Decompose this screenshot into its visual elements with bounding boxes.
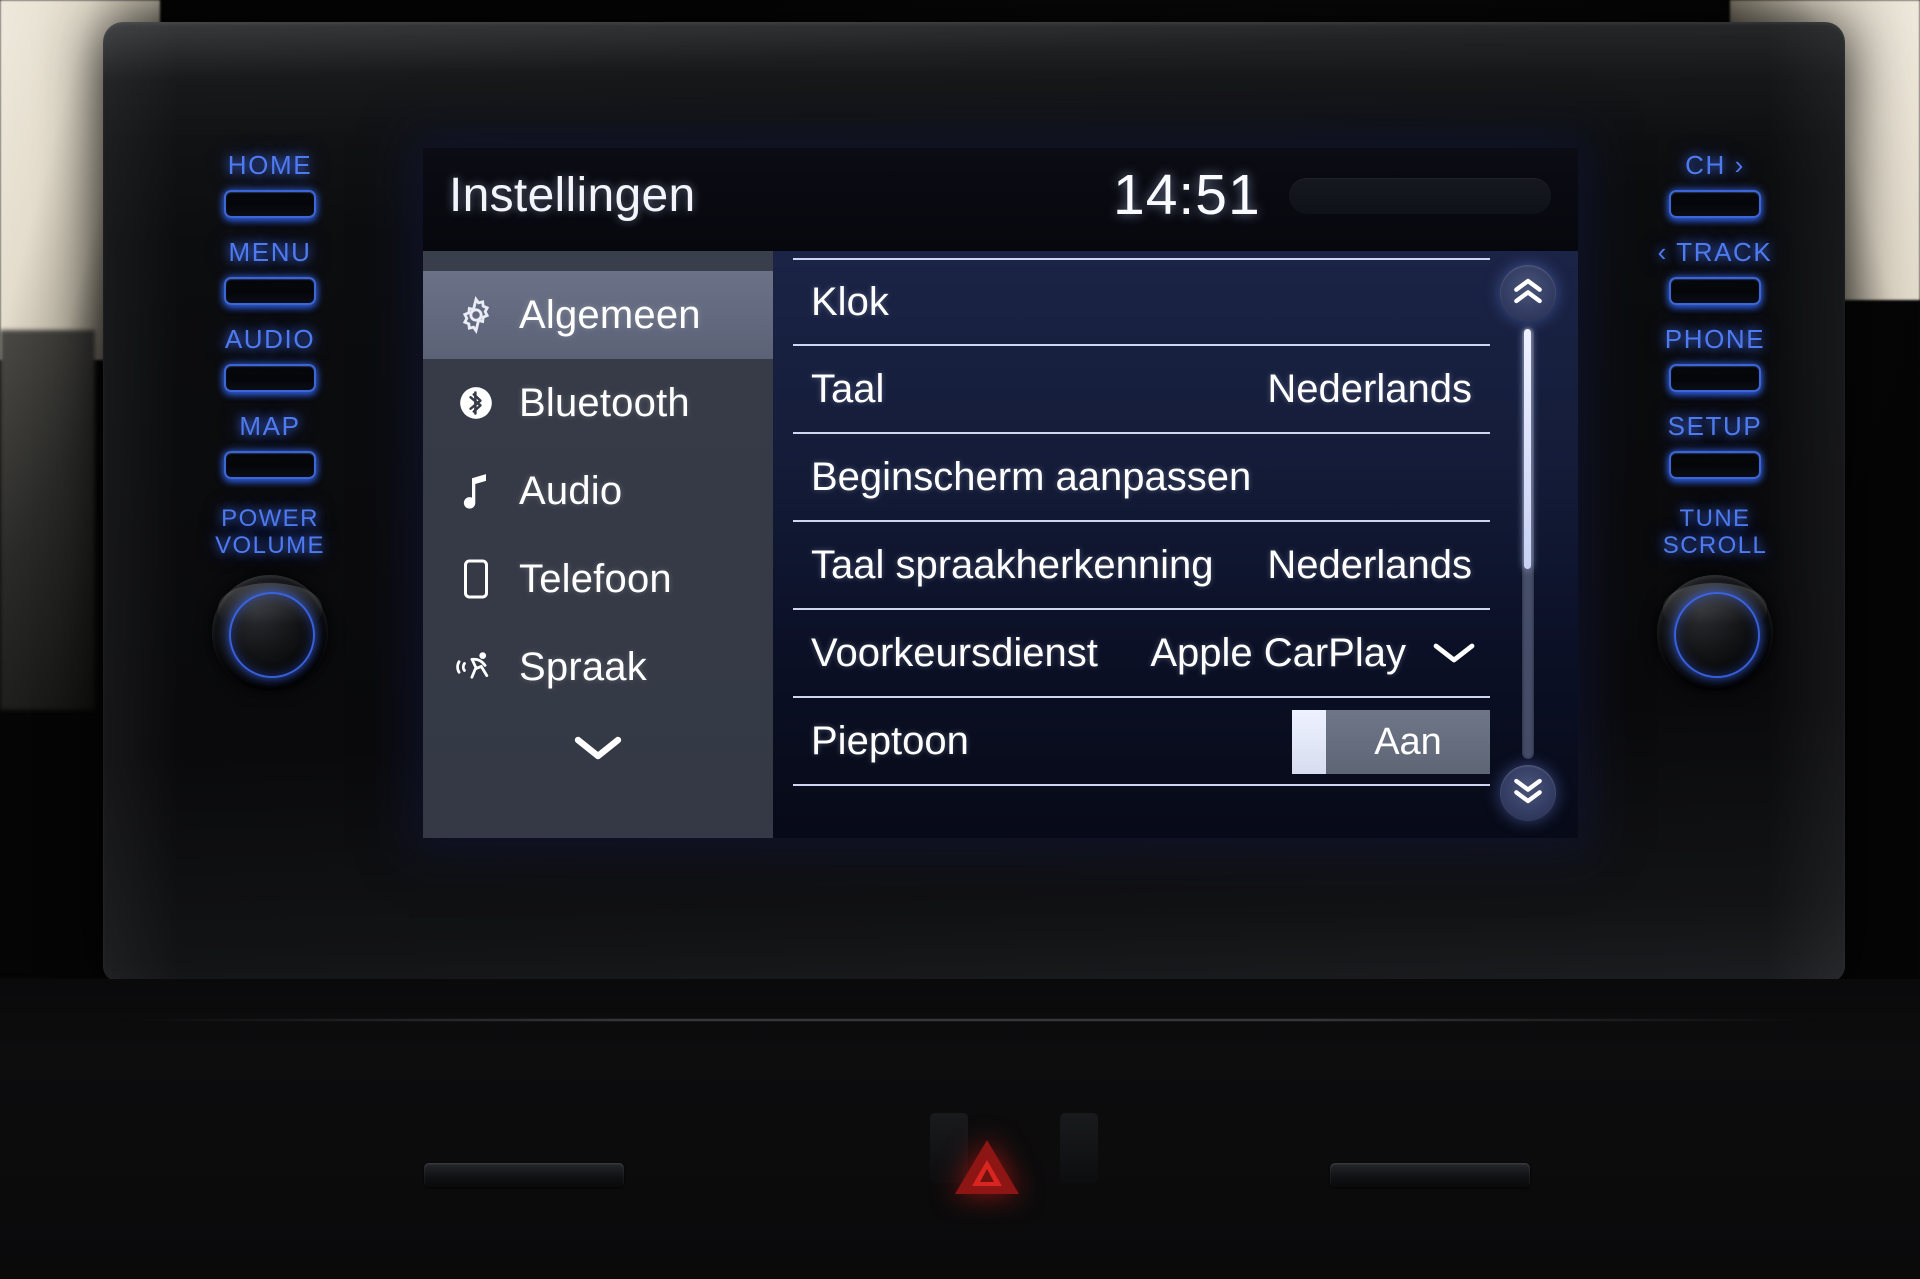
hazard-triangle-core [980,1169,994,1182]
tune-scroll-knob[interactable] [1657,575,1773,691]
settings-row-pieptoon[interactable]: Pieptoon Aan [793,698,1490,786]
row-label: Taal spraakherkenning [811,542,1214,587]
scroll-up-button[interactable] [1500,265,1556,321]
power-volume-knob-group[interactable]: POWER VOLUME [145,505,395,691]
hardkey-ch-label: CH › [1685,150,1745,180]
sidebar-item-label: Audio [519,468,623,513]
hardkey-map-label: MAP [239,411,301,441]
sidebar-item-bluetooth[interactable]: Bluetooth [423,359,773,447]
tune-scroll-knob-label: TUNE SCROLL [1590,505,1840,559]
toggle-state-label: Aan [1326,710,1490,774]
right-hardkey-column: CH › ‹ TRACK PHONE SETUP TUNE SCROLL [1590,150,1840,691]
settings-row-klok[interactable]: Klok [793,258,1490,346]
hardkey-map-button[interactable] [224,451,316,479]
phone-icon [455,558,497,600]
hardkey-audio-button[interactable] [224,364,316,392]
double-chevron-up-icon [1511,276,1545,311]
music-note-icon [455,471,497,511]
sidebar-item-telefoon[interactable]: Telefoon [423,535,773,623]
hardkey-track[interactable]: ‹ TRACK [1590,237,1840,305]
chevron-down-icon[interactable] [1432,631,1476,676]
knob-specular-highlight [1663,583,1767,631]
sidebar-item-spraak[interactable]: Spraak [423,623,773,711]
hardkey-menu-button[interactable] [224,277,316,305]
hardkey-menu[interactable]: MENU [145,237,395,305]
chevron-down-icon [572,732,624,769]
hardkey-ch[interactable]: CH › [1590,150,1840,218]
infotainment-photo: HOME MENU AUDIO MAP POWER VOLUME CH › ‹ … [0,0,1920,1279]
hardkey-audio-label: AUDIO [224,324,316,354]
hardkey-phone[interactable]: PHONE [1590,324,1840,392]
hardkey-audio[interactable]: AUDIO [145,324,395,392]
bluetooth-icon [455,384,497,422]
knob-specular-highlight [218,583,322,631]
sidebar-item-label: Spraak [519,644,647,689]
hardkey-ch-button[interactable] [1669,190,1761,218]
row-value: Apple CarPlay [1150,630,1406,675]
settings-list-pane: Klok Taal Nederlands Beginscherm aanpass… [773,251,1578,838]
tune-scroll-label-line2: SCROLL [1662,532,1768,559]
console-seam [120,1019,1820,1021]
screen-body: Algemeen Bluetooth Audio Telefoon Spraak… [423,251,1578,838]
power-volume-knob[interactable] [212,575,328,691]
hardkey-home-button[interactable] [224,190,316,218]
hardkey-phone-label: PHONE [1664,324,1766,354]
clock-display: 14:51 [1113,163,1261,227]
hardkey-setup[interactable]: SETUP [1590,411,1840,479]
row-value: Nederlands [1267,542,1472,587]
hardkey-setup-button[interactable] [1669,451,1761,479]
row-value-group: Apple CarPlay [1150,631,1476,676]
tune-scroll-label-line1: TUNE [1679,505,1751,532]
sidebar-item-label: Algemeen [519,292,701,337]
sidebar-item-algemeen[interactable]: Algemeen [423,271,773,359]
power-volume-knob-label: POWER VOLUME [145,505,395,559]
row-label: Voorkeursdienst [811,630,1098,675]
tune-scroll-knob-group[interactable]: TUNE SCROLL [1590,505,1840,691]
settings-row-taal[interactable]: Taal Nederlands [793,346,1490,434]
row-label: Pieptoon [811,718,969,763]
hardkey-phone-button[interactable] [1669,364,1761,392]
toggle-indicator-bar [1292,710,1326,774]
pieptoon-toggle[interactable]: Aan [1292,710,1490,774]
left-hardkey-column: HOME MENU AUDIO MAP POWER VOLUME [145,150,395,691]
touchscreen-display[interactable]: Instellingen 14:51 Algemeen Bluetooth Au… [423,148,1578,838]
scrollbar-thumb[interactable] [1524,329,1531,569]
voice-icon [455,648,497,686]
sidebar-item-label: Bluetooth [519,380,690,425]
scroll-down-button[interactable] [1500,765,1556,821]
power-volume-label-line1: POWER [221,505,319,532]
list-scrollbar[interactable] [1500,265,1556,821]
settings-row-taal-spraakherkenning[interactable]: Taal spraakherkenning Nederlands [793,522,1490,610]
settings-list: Klok Taal Nederlands Beginscherm aanpass… [773,251,1578,838]
cabin-backdrop-left [0,330,95,710]
status-indicator-pill [1289,178,1551,214]
console-control-right [1060,1113,1098,1183]
settings-row-voorkeursdienst[interactable]: Voorkeursdienst Apple CarPlay [793,610,1490,698]
sidebar-item-audio[interactable]: Audio [423,447,773,535]
hardkey-menu-label: MENU [228,237,312,267]
gear-icon [455,295,497,335]
settings-sidebar: Algemeen Bluetooth Audio Telefoon Spraak [423,251,773,838]
double-chevron-down-icon [1511,776,1545,811]
hardkey-setup-label: SETUP [1667,411,1763,441]
hardkey-home-label: HOME [227,150,313,180]
console-vent-left [424,1163,624,1187]
row-value: Nederlands [1267,366,1472,411]
page-title: Instellingen [449,169,696,222]
hardkey-track-label: ‹ TRACK [1657,237,1773,267]
console-vent-right [1330,1163,1530,1187]
hardkey-map[interactable]: MAP [145,411,395,479]
row-label: Beginscherm aanpassen [811,454,1252,499]
settings-row-beginscherm-aanpassen[interactable]: Beginscherm aanpassen [793,434,1490,522]
hardkey-track-button[interactable] [1669,277,1761,305]
lower-console [0,979,1920,1279]
sidebar-item-label: Telefoon [519,556,672,601]
row-label: Taal [811,366,885,411]
status-bar: Instellingen 14:51 [423,148,1578,251]
power-volume-label-line2: VOLUME [215,532,325,559]
sidebar-scroll-down-button[interactable] [423,713,773,787]
hardkey-home[interactable]: HOME [145,150,395,218]
row-label: Klok [811,279,889,324]
